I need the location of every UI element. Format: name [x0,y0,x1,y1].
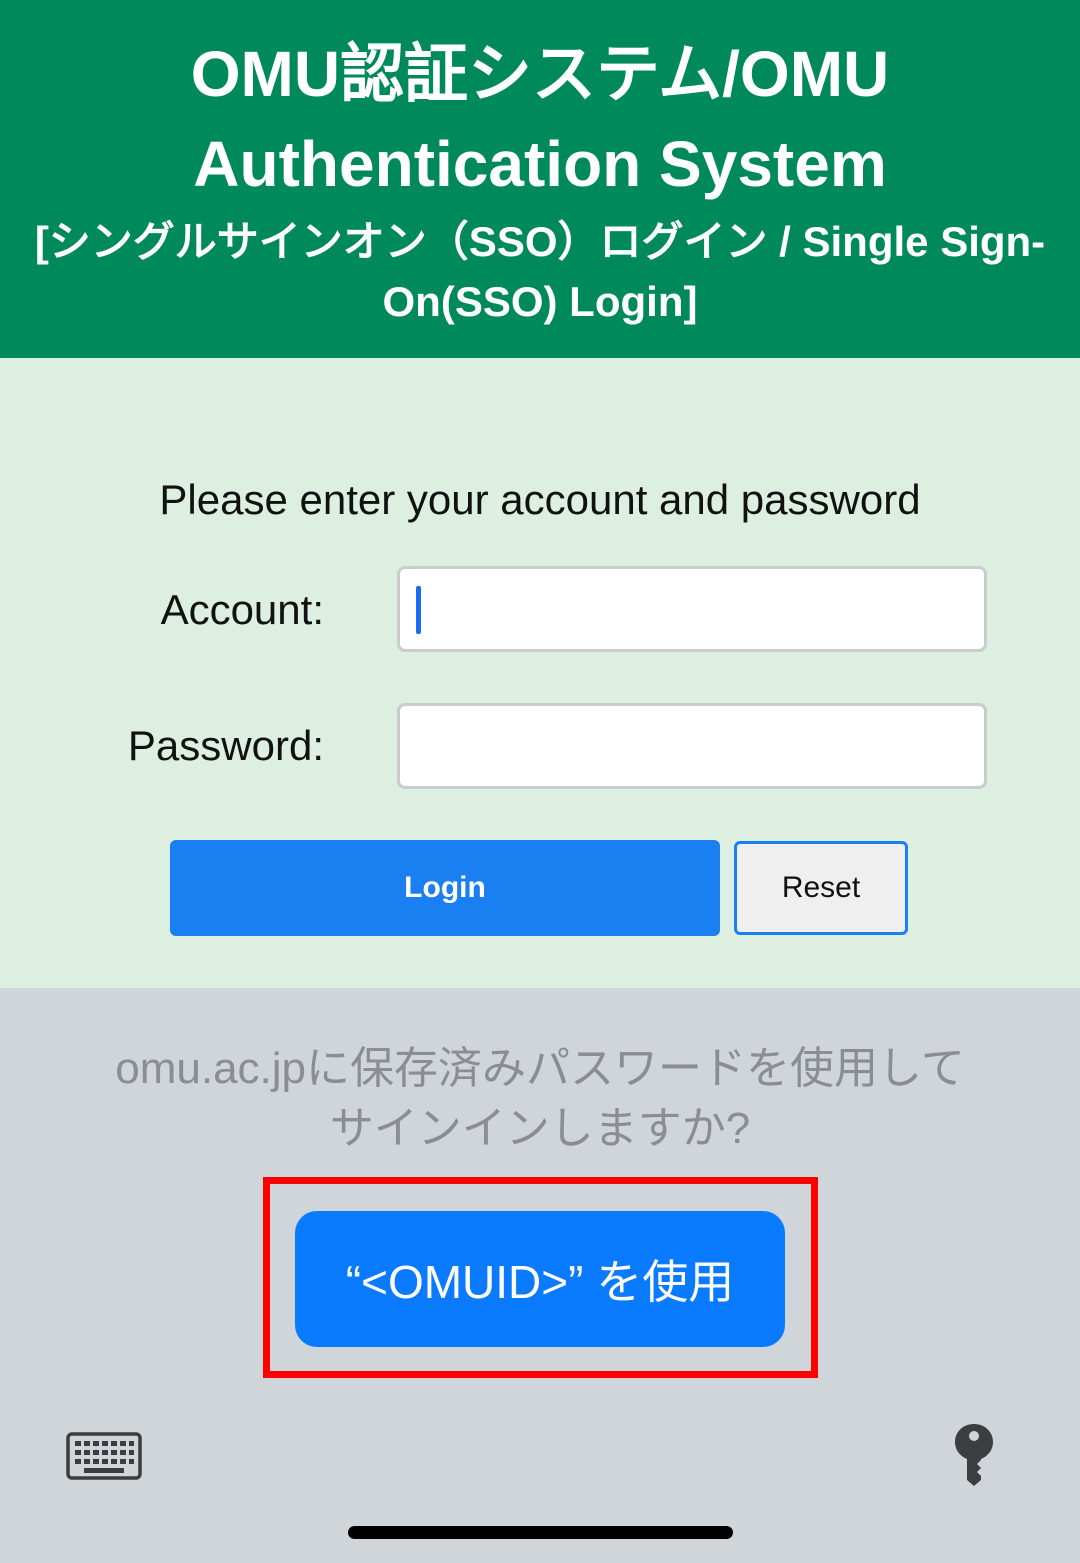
account-input[interactable] [397,566,987,652]
page-subtitle-line2: On(SSO) Login] [382,278,698,325]
account-label: Account: [160,586,324,633]
autofill-message-line1: omu.ac.jpに保存済みパスワードを使用して [115,1044,965,1093]
autofill-message-line2: サインインしますか? [329,1104,751,1153]
page-subtitle-line1: [シングルサインオン（SSO）ログイン / Single Sign- [34,218,1046,265]
page-title-line1: OMU認証システム/OMU [190,38,890,110]
password-label: Password: [127,722,324,769]
login-button[interactable]: Login [170,840,720,936]
password-autofill-panel: omu.ac.jpに保存済みパスワードを使用して サインインしますか? “<OM… [0,988,1080,1563]
page-header: OMU認証システム/OMU Authentication System [シング… [0,0,1080,358]
home-indicator [348,1526,733,1539]
login-prompt: Please enter your account and password [159,476,921,523]
reset-button[interactable]: Reset [734,841,908,935]
login-form: Please enter your account and password A… [0,358,1080,988]
key-icon[interactable] [952,1422,996,1488]
use-saved-password-button[interactable]: “<OMUID>” を使用 [295,1211,785,1347]
page-title-line2: Authentication System [193,128,887,200]
keyboard-icon[interactable] [66,1432,142,1480]
text-caret [416,586,421,634]
password-input[interactable] [397,703,987,789]
